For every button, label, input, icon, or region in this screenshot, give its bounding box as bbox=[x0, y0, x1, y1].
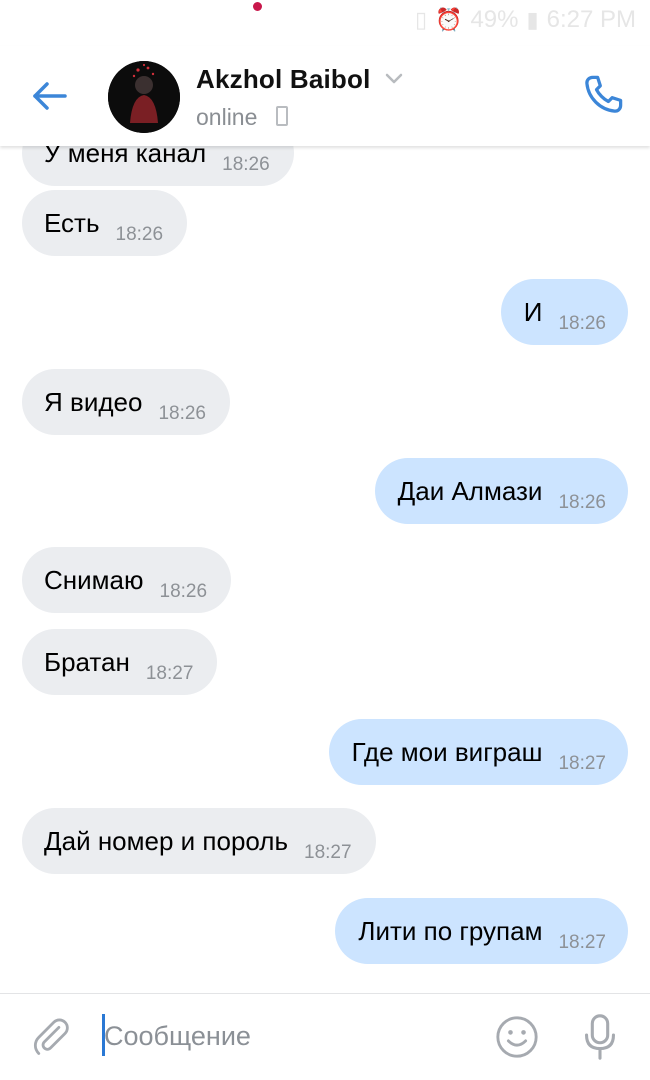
avatar[interactable] bbox=[108, 61, 180, 133]
message-text: И bbox=[523, 296, 543, 327]
message-list[interactable]: У меня канал 18:26 Есть 18:26 И 18:26 Я … bbox=[0, 146, 650, 992]
attach-button[interactable] bbox=[30, 1016, 72, 1058]
notification-dot bbox=[253, 2, 262, 11]
message-text: Есть bbox=[44, 207, 100, 238]
message-text: У меня канал bbox=[44, 146, 207, 168]
emoji-button[interactable] bbox=[494, 1014, 540, 1060]
mobile-device-icon bbox=[276, 106, 288, 126]
status-icons: ▯ ⏰ 49% ▮ 6:27 PM bbox=[415, 6, 636, 34]
message-bubble-incoming[interactable]: Снимаю 18:26 bbox=[22, 547, 232, 613]
chevron-down-icon[interactable] bbox=[384, 72, 404, 86]
avatar-image bbox=[108, 61, 180, 133]
message-bubble-incoming[interactable]: Есть 18:26 bbox=[22, 190, 188, 256]
message-text: Братан bbox=[44, 646, 130, 677]
message-composer bbox=[0, 993, 650, 1080]
message-time: 18:26 bbox=[558, 313, 606, 334]
paperclip-icon bbox=[33, 1018, 69, 1055]
message-text: Снимаю bbox=[44, 564, 144, 595]
back-button[interactable] bbox=[28, 74, 72, 118]
message-text: Где мои виграш bbox=[351, 736, 543, 767]
chat-header: Akzhol Baibol online bbox=[0, 46, 650, 146]
emoji-icon bbox=[496, 1016, 538, 1058]
vibrate-icon: ▯ bbox=[414, 7, 428, 32]
message-input[interactable] bbox=[104, 1014, 474, 1058]
message-text: Дай номер и пороль bbox=[44, 825, 289, 856]
microphone-icon bbox=[584, 1014, 615, 1060]
message-text: Я видео bbox=[44, 386, 143, 417]
message-text: Даи Алмази bbox=[397, 475, 543, 506]
message-bubble-incoming[interactable]: У меня канал 18:26 bbox=[22, 146, 294, 186]
message-bubble-outgoing[interactable]: Даи Алмази 18:26 bbox=[374, 458, 628, 524]
message-bubble-incoming[interactable]: Я видео 18:26 bbox=[22, 369, 230, 435]
message-bubble-outgoing[interactable]: Лити по групам 18:27 bbox=[335, 898, 628, 964]
message-time: 18:26 bbox=[222, 154, 270, 175]
call-button[interactable] bbox=[580, 72, 626, 118]
message-time: 18:26 bbox=[158, 403, 206, 424]
message-time: 18:27 bbox=[304, 842, 352, 863]
message-time: 18:27 bbox=[558, 932, 606, 953]
alarm-icon: ⏰ bbox=[435, 7, 463, 32]
message-time: 18:26 bbox=[159, 581, 208, 602]
message-time: 18:27 bbox=[145, 663, 194, 684]
battery-percent: 49% bbox=[470, 6, 519, 33]
status-bar: ▯ ⏰ 49% ▮ 6:27 PM bbox=[0, 0, 650, 40]
message-bubble-incoming[interactable]: Братан 18:27 bbox=[22, 629, 218, 695]
back-arrow-icon bbox=[33, 82, 67, 110]
message-bubble-outgoing[interactable]: И 18:26 bbox=[500, 279, 628, 345]
contact-status: online bbox=[196, 104, 258, 130]
message-time: 18:26 bbox=[115, 224, 164, 245]
voice-message-button[interactable] bbox=[580, 1012, 620, 1062]
message-time: 18:26 bbox=[558, 492, 606, 513]
message-bubble-outgoing[interactable]: Где мои виграш 18:27 bbox=[328, 719, 628, 785]
message-bubble-incoming[interactable]: Дай номер и пороль 18:27 bbox=[22, 808, 376, 874]
message-text: Лити по групам bbox=[358, 915, 543, 946]
phone-icon bbox=[585, 75, 623, 113]
message-time: 18:27 bbox=[558, 753, 606, 774]
contact-name[interactable]: Akzhol Baibol bbox=[196, 64, 371, 95]
clock: 6:27 PM bbox=[546, 6, 636, 33]
battery-icon: ▮ bbox=[526, 7, 539, 32]
